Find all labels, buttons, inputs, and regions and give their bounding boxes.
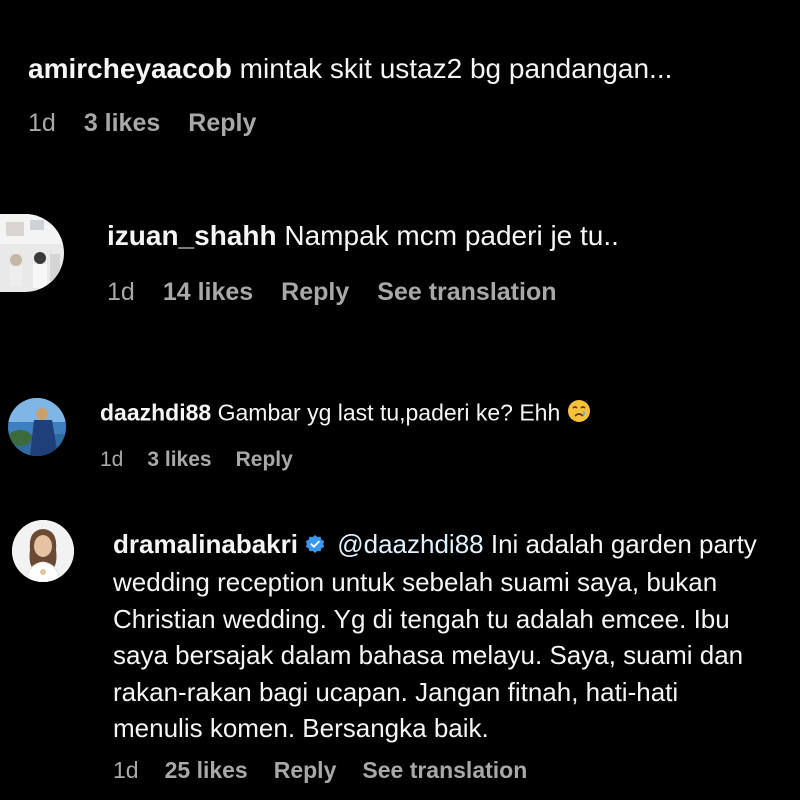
comment-body: izuan_shahh Nampak mcm paderi je tu.. <box>107 219 619 253</box>
comment-meta: 1d 25 likes Reply See translation <box>113 757 553 784</box>
comment-text: Ini adalah garden party wedding receptio… <box>113 529 757 744</box>
comment-time: 1d <box>107 278 135 306</box>
avatar-photo <box>12 520 74 582</box>
comment-time: 1d <box>28 109 56 137</box>
comment-username[interactable]: dramalinabakri <box>113 529 298 559</box>
comment-time: 1d <box>100 448 124 471</box>
avatar[interactable] <box>8 398 66 456</box>
comment-meta: 1d 14 likes Reply See translation <box>107 278 585 307</box>
comment-likes[interactable]: 3 likes <box>84 109 160 138</box>
comment-text: mintak skit ustaz2 bg pandangan... <box>239 53 673 84</box>
reply-button[interactable]: Reply <box>274 757 337 784</box>
comment-likes[interactable]: 3 likes <box>147 448 211 472</box>
comment-meta: 1d 3 likes Reply <box>28 109 284 138</box>
comment-time: 1d <box>113 757 139 783</box>
mention-link[interactable]: @daazhdi88 <box>337 529 483 559</box>
reply-button[interactable]: Reply <box>281 278 349 307</box>
see-translation-button[interactable]: See translation <box>377 278 556 307</box>
comment-likes[interactable]: 14 likes <box>163 278 253 307</box>
crying-face-emoji <box>567 399 591 430</box>
comment-likes[interactable]: 25 likes <box>165 757 248 784</box>
avatar[interactable] <box>12 520 74 582</box>
comment-body: daazhdi88 Gambar yg last tu,paderi ke? E… <box>100 399 591 430</box>
comment-meta: 1d 3 likes Reply <box>100 448 317 472</box>
comment-text: Gambar yg last tu,paderi ke? Ehh <box>217 399 561 426</box>
reply-button[interactable]: Reply <box>188 109 256 138</box>
reply-button[interactable]: Reply <box>236 448 293 472</box>
avatar-photo <box>8 398 66 456</box>
comment-body: dramalinabakri @daazhdi88 Ini adalah gar… <box>113 526 773 747</box>
comment-text: Nampak mcm paderi je tu.. <box>284 220 619 251</box>
comment-username[interactable]: daazhdi88 <box>100 399 211 425</box>
comment-body: amircheyaacob mintak skit ustaz2 bg pand… <box>28 52 798 86</box>
comment-username[interactable]: izuan_shahh <box>107 220 277 251</box>
avatar[interactable] <box>0 214 64 292</box>
avatar-photo <box>0 214 64 292</box>
see-translation-button[interactable]: See translation <box>362 757 527 784</box>
verified-badge-icon <box>304 528 326 565</box>
comment-username[interactable]: amircheyaacob <box>28 53 232 84</box>
